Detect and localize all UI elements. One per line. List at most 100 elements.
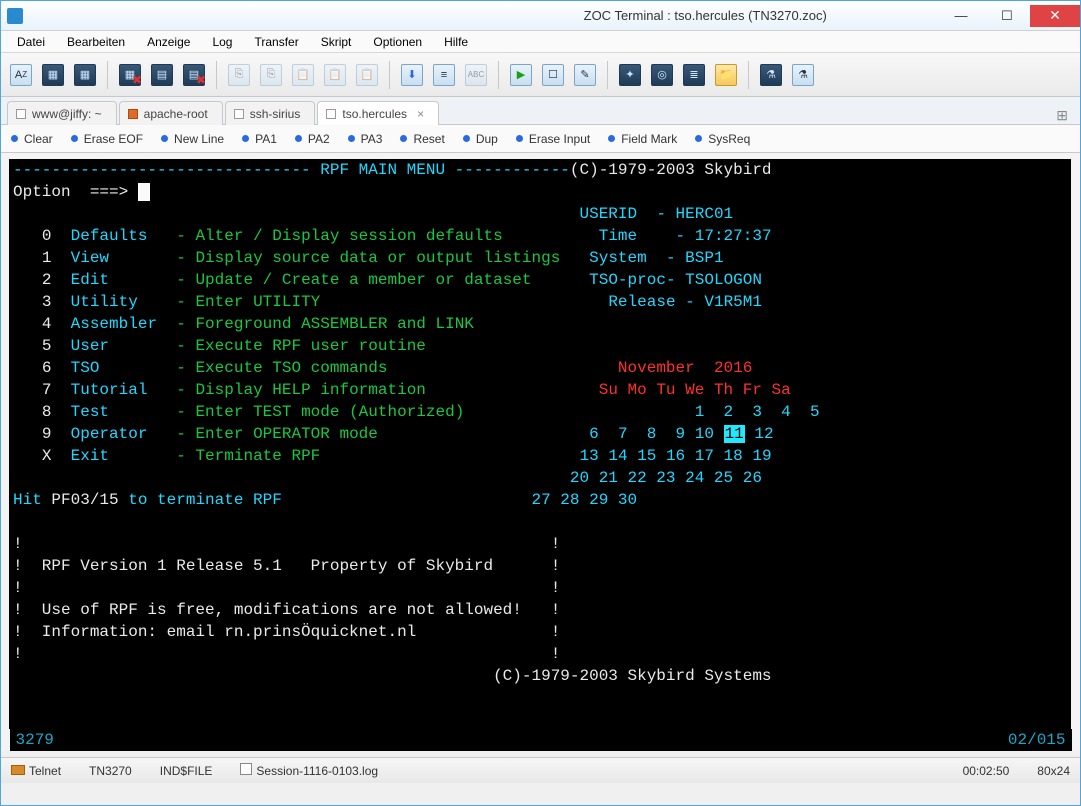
terminal-screen[interactable]: ------------------------------- RPF MAIN… <box>9 159 1071 729</box>
toolbar-sort-icon[interactable]: AZ <box>7 60 35 90</box>
term-status-right: 02/015 <box>1008 729 1066 751</box>
tab-label: www@jiffy: ~ <box>32 107 102 121</box>
info-release: V1R5M1 <box>704 293 762 311</box>
maximize-button[interactable]: ☐ <box>984 5 1030 27</box>
checkbox-icon[interactable] <box>240 763 252 775</box>
qa-field-mark[interactable]: Field Mark <box>608 132 677 146</box>
option-prompt: Option ===> <box>13 183 128 201</box>
menu-hilfe[interactable]: Hilfe <box>434 33 478 51</box>
status-indfile: IND$FILE <box>160 764 213 778</box>
toolbar-card-red-icon[interactable]: ▦✖ <box>116 60 144 90</box>
minimize-button[interactable]: — <box>938 5 984 27</box>
info-userid-label: USERID - <box>580 205 666 223</box>
close-tab-icon[interactable]: × <box>417 107 424 121</box>
quick-actions: Clear Erase EOF New Line PA1 PA2 PA3 Res… <box>1 125 1080 153</box>
qa-erase-input[interactable]: Erase Input <box>516 132 590 146</box>
qa-clear[interactable]: Clear <box>11 132 53 146</box>
menu-optionen[interactable]: Optionen <box>363 33 432 51</box>
menu-bar: Datei Bearbeiten Anzeige Log Transfer Sk… <box>1 31 1080 53</box>
toolbar-paste1-icon[interactable]: 📋 <box>289 60 317 90</box>
toolbar-disk-x-icon[interactable]: ▤✖ <box>180 60 208 90</box>
status-elapsed: 00:02:50 <box>963 764 1010 778</box>
calendar-title: November 2016 <box>618 359 752 377</box>
qa-pa2[interactable]: PA2 <box>295 132 330 146</box>
qa-pa3[interactable]: PA3 <box>348 132 383 146</box>
toolbar-stack-icon[interactable]: ≣ <box>680 60 708 90</box>
tab-label: tso.hercules <box>342 107 407 121</box>
term-status-left: 3279 <box>16 729 54 751</box>
toolbar: AZ ▦ ▦ ▦✖ ▤ ▤✖ ⎘ ⎘ 📋 📋 📋 ⬇ ≡ ABC ▶ ☐ ✎ ✦… <box>1 53 1080 97</box>
info-system: BSP1 <box>685 249 723 267</box>
info-time: 17:27:37 <box>695 227 772 245</box>
telnet-icon <box>11 765 25 775</box>
session-tab-jiffy[interactable]: www@jiffy: ~ <box>7 101 117 125</box>
menu-bearbeiten[interactable]: Bearbeiten <box>57 33 135 51</box>
toolbar-paste2-icon[interactable]: 📋 <box>321 60 349 90</box>
status-conn: Telnet <box>11 764 61 778</box>
menu-anzeige[interactable]: Anzeige <box>137 33 200 51</box>
toolbar-target-icon[interactable]: ◎ <box>648 60 676 90</box>
cursor[interactable] <box>138 183 150 201</box>
box-line: ! Use of RPF is free, modifications are … <box>13 599 1067 621</box>
tab-icon <box>16 109 26 119</box>
toolbar-copy2-icon[interactable]: ⎘ <box>257 60 285 90</box>
session-tab-apache[interactable]: apache-root <box>119 101 223 125</box>
toolbar-brush-icon[interactable]: ✎ <box>571 60 599 90</box>
toolbar-download-icon[interactable]: ⬇ <box>398 60 426 90</box>
info-userid: HERC01 <box>676 205 734 223</box>
toolbar-disk-icon[interactable]: ▤ <box>148 60 176 90</box>
status-bar: Telnet TN3270 IND$FILE Session-1116-0103… <box>1 757 1080 783</box>
box-border: ! ! <box>13 643 1067 665</box>
toolbar-doc-icon[interactable]: ≡ <box>430 60 458 90</box>
toolbar-tube1-icon[interactable]: ⚗ <box>757 60 785 90</box>
menu-skript[interactable]: Skript <box>311 33 362 51</box>
pf-keys: PF03/15 <box>51 491 118 509</box>
close-button[interactable]: ✕ <box>1030 5 1080 27</box>
box-line: ! RPF Version 1 Release 5.1 Property of … <box>13 555 1067 577</box>
session-tab-tso[interactable]: tso.hercules × <box>317 101 439 125</box>
toolbar-card1-icon[interactable]: ▦ <box>39 60 67 90</box>
tab-icon <box>326 109 336 119</box>
menu-datei[interactable]: Datei <box>7 33 55 51</box>
qa-new-line[interactable]: New Line <box>161 132 224 146</box>
toolbar-abc-icon[interactable]: ABC <box>462 60 490 90</box>
rpf-header: ------------------------------- RPF MAIN… <box>13 161 570 179</box>
calendar-row: 27 28 29 30 <box>532 491 724 509</box>
qa-erase-eof[interactable]: Erase EOF <box>71 132 143 146</box>
tab-grid-icon[interactable]: ⊞ <box>1050 107 1074 124</box>
dot-icon <box>11 135 18 142</box>
tab-icon <box>234 109 244 119</box>
box-border: ! ! <box>13 533 1067 555</box>
toolbar-window-icon[interactable]: ☐ <box>539 60 567 90</box>
calendar-row: 13 14 15 16 17 18 19 <box>580 447 772 465</box>
toolbar-tube2-icon[interactable]: ⚗ <box>789 60 817 90</box>
toolbar-card2-icon[interactable]: ▦ <box>71 60 99 90</box>
toolbar-star-icon[interactable]: ✦ <box>616 60 644 90</box>
toolbar-folder-icon[interactable]: 📁 <box>712 60 740 90</box>
terminal-wrap: ------------------------------- RPF MAIN… <box>1 153 1080 751</box>
rpf-copyright: (C)-1979-2003 Skybird <box>570 161 772 179</box>
calendar-header: Su Mo Tu We Th Fr Sa <box>599 381 791 399</box>
qa-sysreq[interactable]: SysReq <box>695 132 750 146</box>
terminal-status-line: 3279 02/015 <box>10 729 1072 751</box>
status-size: 80x24 <box>1037 764 1070 778</box>
session-tab-ssh[interactable]: ssh-sirius <box>225 101 316 125</box>
tab-label: ssh-sirius <box>250 107 301 121</box>
qa-pa1[interactable]: PA1 <box>242 132 277 146</box>
menu-log[interactable]: Log <box>202 33 242 51</box>
qa-dup[interactable]: Dup <box>463 132 498 146</box>
session-tabs: www@jiffy: ~ apache-root ssh-sirius tso.… <box>1 97 1080 125</box>
menu-transfer[interactable]: Transfer <box>244 33 308 51</box>
calendar-row: 1 2 3 4 5 <box>570 403 820 421</box>
toolbar-paste3-icon[interactable]: 📋 <box>353 60 381 90</box>
info-tsoproc: TSOLOGON <box>685 271 762 289</box>
toolbar-play-icon[interactable]: ▶ <box>507 60 535 90</box>
bottom-copyright: (C)-1979-2003 Skybird Systems <box>493 667 771 685</box>
tab-label: apache-root <box>144 107 208 121</box>
calendar-today: 11 <box>724 425 745 443</box>
qa-reset[interactable]: Reset <box>400 132 444 146</box>
box-border: ! ! <box>13 577 1067 599</box>
status-log: Session-1116-0103.log <box>240 763 378 778</box>
toolbar-copy1-icon[interactable]: ⎘ <box>225 60 253 90</box>
tab-icon <box>128 109 138 119</box>
